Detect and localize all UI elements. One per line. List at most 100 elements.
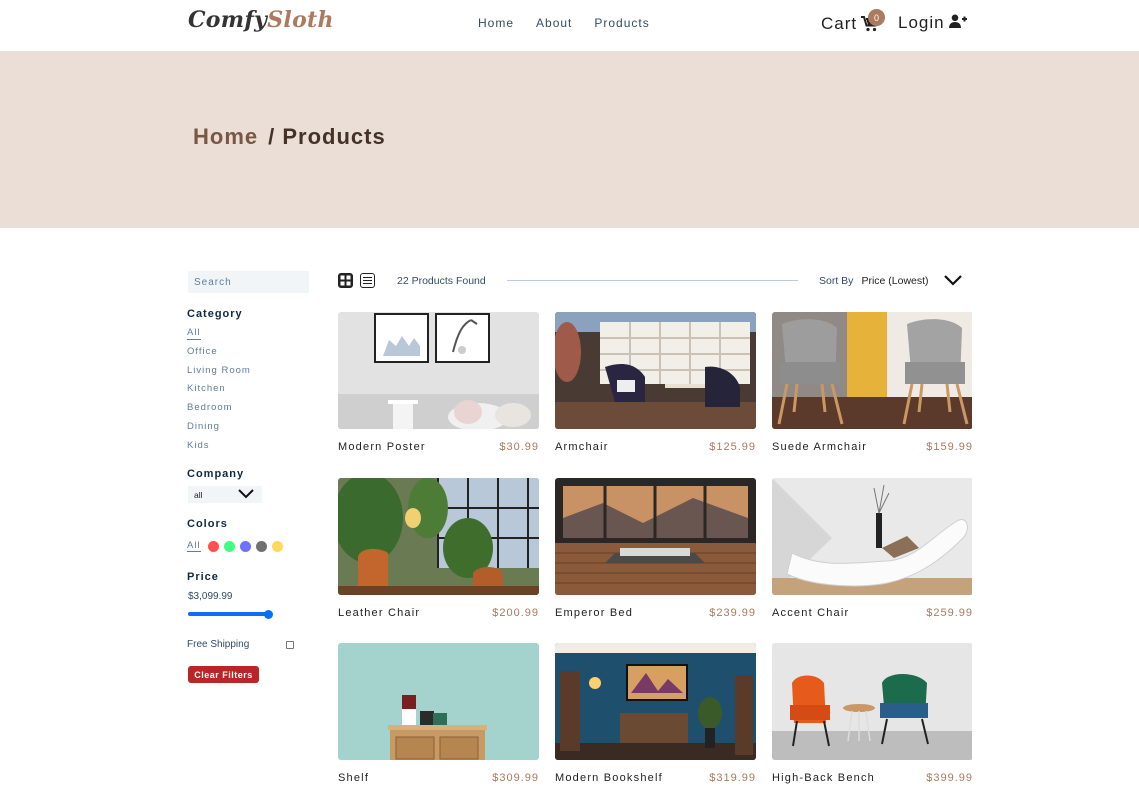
product-card[interactable]: Modern Bookshelf $319.99 — [555, 643, 756, 784]
product-name: Modern Poster — [338, 441, 426, 453]
nav-link-home[interactable]: Home — [478, 16, 514, 30]
category-item-office[interactable]: Office — [187, 346, 251, 365]
color-swatch-yellow[interactable] — [271, 540, 283, 552]
product-price: $200.99 — [492, 607, 539, 619]
product-price: $159.99 — [926, 441, 973, 453]
category-item-bedroom[interactable]: Bedroom — [187, 402, 251, 421]
products-count: 22 Products Found — [397, 275, 486, 287]
product-card[interactable]: Armchair $125.99 — [555, 312, 756, 453]
sort-value: Price (Lowest) — [861, 275, 929, 287]
grid-icon — [340, 275, 351, 286]
category-item-kitchen[interactable]: Kitchen — [187, 383, 251, 402]
color-swatch-gray[interactable] — [255, 540, 267, 552]
product-price: $125.99 — [709, 441, 756, 453]
product-image[interactable] — [772, 312, 973, 429]
product-card[interactable]: Accent Chair $259.99 — [772, 478, 973, 619]
product-name: High-Back Bench — [772, 772, 875, 784]
price-heading: Price — [187, 571, 219, 583]
product-price: $309.99 — [492, 772, 539, 784]
list-view-button[interactable] — [360, 273, 375, 288]
brand-logo-part2: Sloth — [267, 7, 334, 33]
color-options: All — [187, 540, 283, 552]
product-card[interactable]: Suede Armchair $159.99 — [772, 312, 973, 453]
product-name: Leather Chair — [338, 607, 421, 619]
category-heading: Category — [187, 308, 243, 320]
product-card[interactable]: High-Back Bench $399.99 — [772, 643, 973, 784]
color-swatch-blue[interactable] — [239, 540, 251, 552]
product-image[interactable] — [338, 478, 539, 595]
product-name: Shelf — [338, 772, 370, 784]
category-label: Kitchen — [187, 383, 226, 395]
price-slider-thumb[interactable] — [264, 610, 273, 619]
category-label: Kids — [187, 439, 210, 451]
product-image[interactable] — [772, 478, 973, 595]
product-image[interactable] — [555, 643, 756, 760]
product-price: $239.99 — [709, 607, 756, 619]
search-input[interactable]: Search — [188, 271, 309, 293]
clear-filters-button[interactable]: Clear Filters — [188, 666, 259, 683]
product-name: Modern Bookshelf — [555, 772, 663, 784]
sort-label: Sort By — [819, 275, 854, 287]
login-button[interactable]: Login — [898, 13, 967, 33]
category-label: Dining — [187, 420, 220, 432]
free-shipping-label: Free Shipping — [187, 639, 250, 650]
price-value: $3,099.99 — [188, 591, 233, 602]
navbar: ComfySloth Home About Products Cart 0 Lo… — [0, 0, 1139, 50]
cart-label: Cart — [821, 14, 858, 33]
colors-heading: Colors — [187, 518, 228, 530]
company-heading: Company — [187, 468, 245, 480]
category-label: Office — [187, 345, 218, 357]
product-price: $30.99 — [499, 441, 539, 453]
color-all-button[interactable]: All — [187, 540, 201, 552]
product-image[interactable] — [338, 312, 539, 429]
brand-logo-part1: Comfy — [188, 7, 268, 33]
breadcrumb: Home / Products — [193, 124, 386, 150]
product-name: Suede Armchair — [772, 441, 868, 453]
category-item-dining[interactable]: Dining — [187, 421, 251, 440]
breadcrumb-current: / Products — [268, 124, 386, 149]
color-swatch-red[interactable] — [207, 540, 219, 552]
company-select-value: all — [194, 489, 203, 500]
product-image[interactable] — [555, 312, 756, 429]
product-name: Accent Chair — [772, 607, 850, 619]
category-label: Living Room — [187, 364, 251, 376]
breadcrumb-home[interactable]: Home — [193, 124, 258, 150]
login-label: Login — [898, 13, 945, 32]
chevron-down-icon — [238, 489, 254, 499]
category-item-kids[interactable]: Kids — [187, 440, 251, 459]
color-swatch-green[interactable] — [223, 540, 235, 552]
product-card[interactable]: Leather Chair $200.99 — [338, 478, 539, 619]
product-card[interactable]: Emperor Bed $239.99 — [555, 478, 756, 619]
product-image[interactable] — [338, 643, 539, 760]
category-item-all[interactable]: All — [187, 327, 251, 346]
chevron-down-icon[interactable] — [944, 274, 962, 286]
product-name: Armchair — [555, 441, 609, 453]
product-price: $259.99 — [926, 607, 973, 619]
product-price: $399.99 — [926, 772, 973, 784]
product-name: Emperor Bed — [555, 607, 634, 619]
list-icon — [363, 277, 372, 284]
toolbar-divider — [507, 280, 798, 281]
nav-link-about[interactable]: About — [536, 16, 572, 30]
company-select[interactable]: all — [188, 486, 262, 503]
category-item-living-room[interactable]: Living Room — [187, 365, 251, 384]
cart-count-badge: 0 — [868, 9, 885, 26]
product-image[interactable] — [555, 478, 756, 595]
category-list: All Office Living Room Kitchen Bedroom D… — [187, 327, 251, 459]
product-card[interactable]: Modern Poster $30.99 — [338, 312, 539, 453]
product-image[interactable] — [772, 643, 973, 760]
sort-control[interactable]: Sort By Price (Lowest) — [819, 275, 929, 287]
grid-view-button[interactable] — [338, 273, 353, 288]
free-shipping-checkbox[interactable] — [286, 641, 294, 649]
category-label: All — [187, 327, 201, 340]
product-price: $319.99 — [709, 772, 756, 784]
category-label: Bedroom — [187, 402, 233, 414]
nav-link-products[interactable]: Products — [594, 16, 649, 30]
page-hero: Home / Products — [0, 51, 1139, 228]
price-slider[interactable] — [188, 610, 273, 619]
nav-links: Home About Products — [478, 16, 650, 30]
user-plus-icon — [948, 13, 967, 33]
brand-logo[interactable]: ComfySloth — [188, 7, 334, 33]
price-slider-track — [188, 612, 268, 616]
product-card[interactable]: Shelf $309.99 — [338, 643, 539, 784]
